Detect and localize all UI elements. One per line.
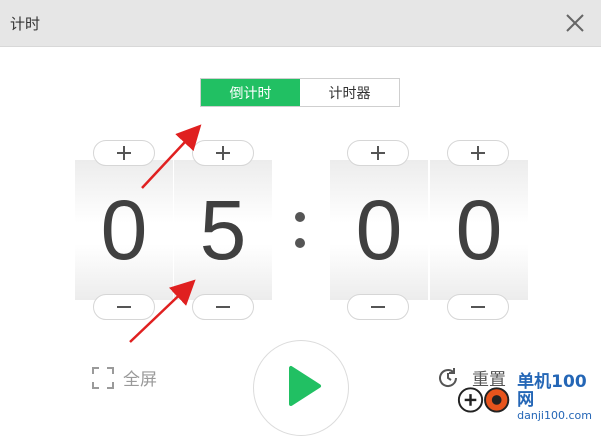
title-bar: 计时 [0,0,601,47]
decrement-digit-3-button[interactable] [347,294,409,320]
decrement-digit-2-button[interactable] [192,294,254,320]
window-title: 计时 [10,15,41,33]
plus-icon [471,146,485,160]
minus-icon [117,306,131,308]
plus-icon [371,146,385,160]
play-icon [289,366,321,406]
fullscreen-button[interactable]: 全屏 [91,365,157,390]
increment-digit-2-button[interactable] [192,140,254,166]
digit-2: 5 [199,183,247,277]
minus-icon [471,306,485,308]
digit-1: 0 [100,183,148,277]
decrement-digit-4-button[interactable] [447,294,509,320]
digit-column-2: 5 [174,160,272,300]
watermark-domain: danji100.com [517,409,592,423]
watermark-text: 单机100网 danji100.com [517,371,601,423]
watermark-brand: 单机100网 [517,371,587,411]
increment-digit-1-button[interactable] [93,140,155,166]
minus-icon [371,306,385,308]
fullscreen-icon [92,366,114,389]
watermark: 单机100网 danji100.com [455,372,601,422]
decrement-digit-1-button[interactable] [93,294,155,320]
minus-icon [216,306,230,308]
close-button[interactable] [563,11,587,35]
digit-column-4: 0 [430,160,528,300]
close-icon [566,14,584,32]
increment-digit-4-button[interactable] [447,140,509,166]
digit-3: 0 [355,183,403,277]
digit-column-3: 0 [330,160,428,300]
start-button[interactable] [253,340,349,436]
colon-dot-top [295,212,305,222]
digit-4: 0 [455,183,503,277]
tab-countdown[interactable]: 倒计时 [201,79,300,106]
time-separator [292,210,308,254]
fullscreen-label: 全屏 [123,370,157,390]
mode-switch: 倒计时 计时器 [200,78,400,107]
tab-stopwatch[interactable]: 计时器 [300,79,399,106]
plus-icon [117,146,131,160]
digit-column-1: 0 [75,160,173,300]
increment-digit-3-button[interactable] [347,140,409,166]
watermark-logo-icon [457,386,510,413]
colon-dot-bottom [295,238,305,248]
plus-icon [216,146,230,160]
